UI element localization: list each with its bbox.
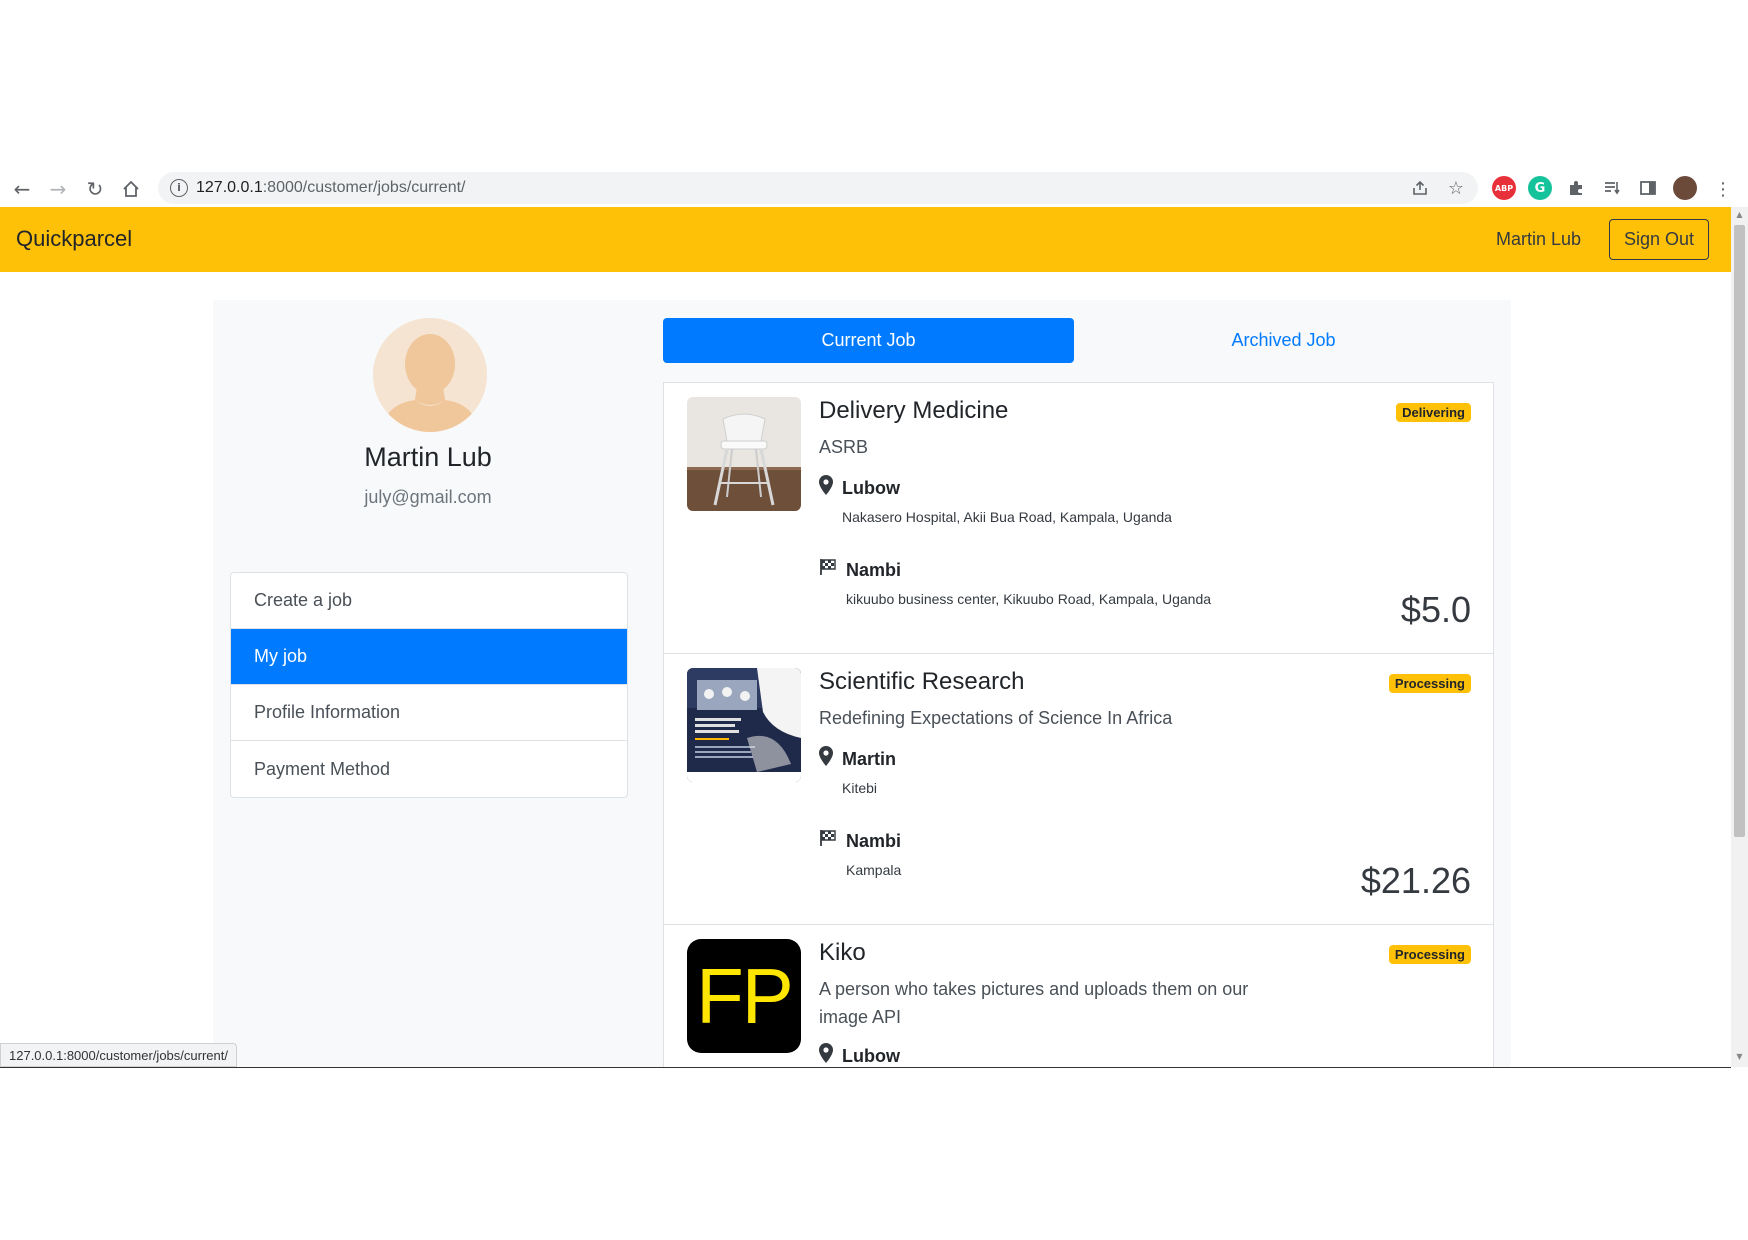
job-card[interactable]: FP Kiko A person who takes pictures and …	[663, 924, 1494, 1067]
forward-icon[interactable]: →	[45, 176, 71, 202]
job-list: Delivery Medicine ASRB Delivering Lubow …	[663, 382, 1494, 1067]
scrollbar-thumb[interactable]	[1734, 225, 1745, 837]
page-scrollbar[interactable]: ▲ ▼	[1731, 207, 1748, 1067]
status-badge: Delivering	[1396, 403, 1471, 422]
url-text[interactable]: 127.0.0.1:8000/customer/jobs/current/	[196, 179, 466, 197]
job-description: A person who takes pictures and uploads …	[819, 979, 1249, 1027]
reading-list-icon[interactable]	[1600, 176, 1624, 200]
profile-name: Martin Lub	[364, 442, 492, 472]
job-thumbnail-research-poster	[687, 668, 801, 782]
top-navbar: Quickparcel Martin Lub Sign Out	[0, 207, 1731, 272]
sidebar-menu: Create a job My job Profile Information …	[230, 572, 628, 798]
sidebar-item-payment-method[interactable]: Payment Method	[231, 741, 627, 797]
page-viewport: Quickparcel Martin Lub Sign Out Martin L…	[0, 207, 1748, 1067]
dropoff-name: Nambi	[846, 560, 902, 580]
dropoff-address: Kampala	[846, 862, 902, 878]
profile-email: july@gmail.com	[364, 487, 492, 507]
dropoff-name: Nambi	[846, 831, 902, 851]
nav-user-name[interactable]: Martin Lub	[1496, 229, 1581, 250]
pickup-name: Lubow	[842, 478, 900, 498]
sidebar-item-my-job[interactable]: My job	[231, 629, 627, 685]
pickup-address: Kitebi	[842, 780, 878, 796]
pickup-name: Martin	[842, 749, 896, 769]
scroll-down-icon[interactable]: ▼	[1734, 1052, 1745, 1064]
job-title[interactable]: Scientific Research	[819, 668, 1024, 696]
grammarly-extension-icon[interactable]: G	[1528, 176, 1552, 200]
brand-logo[interactable]: Quickparcel	[16, 226, 132, 252]
dropoff-address: kikuubo business center, Kikuubo Road, K…	[846, 591, 1212, 607]
job-description: Redefining Expectations of Science In Af…	[819, 708, 1173, 728]
pickup-name: Lubow	[842, 1046, 900, 1066]
main-container: Martin Lub july@gmail.com Create a job M…	[213, 300, 1511, 1067]
browser-toolbar: ← → ↻ i 127.0.0.1:8000/customer/jobs/cur…	[0, 170, 1748, 206]
avatar	[373, 318, 487, 432]
menu-kebab-icon[interactable]: ⋮	[1710, 176, 1736, 202]
job-card[interactable]: Scientific Research Redefining Expectati…	[663, 653, 1494, 924]
sidebar-item-profile-information[interactable]: Profile Information	[231, 685, 627, 741]
map-pin-icon	[819, 1043, 833, 1063]
job-price: $5.0	[1400, 589, 1471, 630]
bookmark-star-icon[interactable]: ☆	[1444, 176, 1468, 200]
status-badge: Processing	[1388, 945, 1471, 964]
job-title[interactable]: Delivery Medicine	[819, 397, 1008, 425]
tab-archived-job[interactable]: Archived Job	[1078, 318, 1489, 363]
status-badge: Processing	[1388, 674, 1471, 693]
job-card[interactable]: Delivery Medicine ASRB Delivering Lubow …	[663, 382, 1494, 653]
flag-checkered-icon	[820, 830, 836, 846]
window-bottom-border	[0, 1067, 1731, 1068]
share-icon[interactable]	[1408, 176, 1432, 200]
flag-checkered-icon	[820, 559, 836, 575]
scroll-up-icon[interactable]: ▲	[1734, 210, 1745, 222]
map-pin-icon	[819, 746, 833, 766]
job-thumbnail-fp-logo: FP	[687, 939, 801, 1053]
job-thumbnail-highchair	[687, 397, 801, 511]
profile-avatar-icon[interactable]	[1673, 176, 1697, 200]
job-price: $21.26	[1360, 860, 1471, 901]
home-icon[interactable]	[118, 176, 144, 202]
sign-out-button[interactable]: Sign Out	[1609, 219, 1709, 260]
reload-icon[interactable]: ↻	[82, 176, 108, 202]
job-title[interactable]: Kiko	[819, 939, 866, 967]
address-bar[interactable]: i 127.0.0.1:8000/customer/jobs/current/ …	[158, 172, 1478, 204]
extensions-puzzle-icon[interactable]	[1564, 176, 1588, 200]
tab-current-job[interactable]: Current Job	[663, 318, 1074, 363]
side-panel-icon[interactable]	[1636, 176, 1660, 200]
job-description: ASRB	[819, 437, 869, 457]
pickup-address: Nakasero Hospital, Akii Bua Road, Kampal…	[842, 509, 1172, 525]
map-pin-icon	[819, 475, 833, 495]
status-bar-url: 127.0.0.1:8000/customer/jobs/current/	[0, 1043, 237, 1067]
site-info-icon[interactable]: i	[170, 179, 188, 197]
adblock-extension-icon[interactable]: ABP	[1492, 176, 1516, 200]
sidebar-item-create-job[interactable]: Create a job	[231, 573, 627, 629]
back-icon[interactable]: ←	[9, 176, 35, 202]
